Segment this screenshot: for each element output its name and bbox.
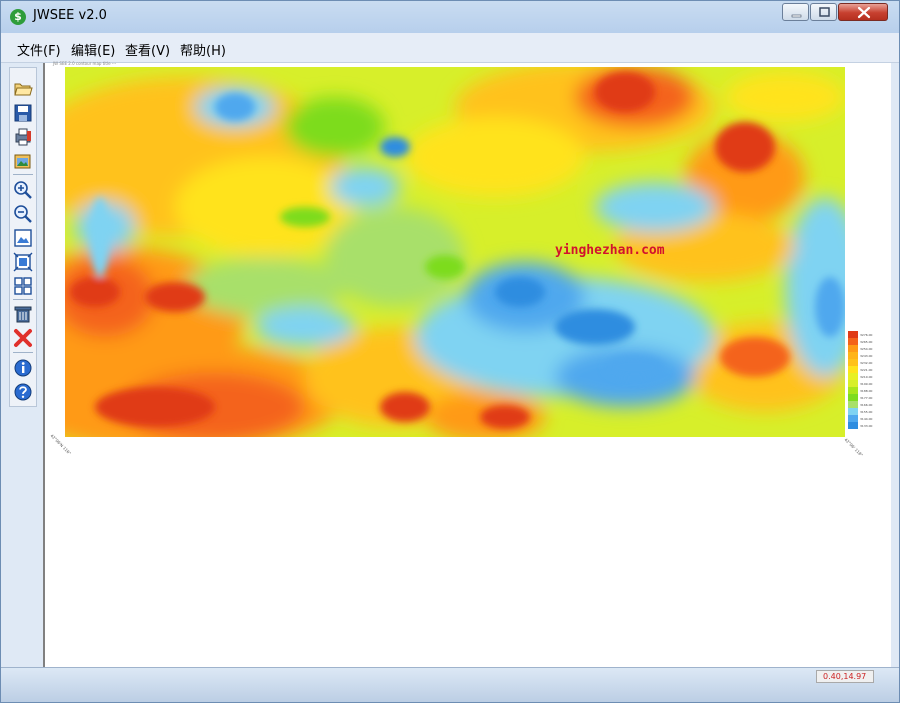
grid-view-icon — [14, 277, 32, 295]
legend-label: 3243.00 — [860, 354, 873, 358]
info-icon — [14, 359, 32, 377]
legend-label: 3188.00 — [860, 389, 873, 393]
export-image-icon — [14, 154, 31, 169]
info-button[interactable] — [13, 358, 33, 378]
menu-file[interactable]: 文件(F) — [17, 40, 61, 59]
map-header-text: JW SEE 2.0 contour map title --- — [53, 61, 117, 66]
legend-label: 3155.00 — [860, 410, 873, 414]
print-icon — [15, 128, 31, 146]
minimize-button[interactable] — [782, 3, 809, 21]
fit-to-window-button[interactable] — [13, 228, 33, 248]
legend-swatch — [848, 415, 858, 422]
legend-swatch — [848, 422, 858, 429]
maximize-button[interactable] — [810, 3, 837, 21]
minimize-icon — [791, 14, 802, 18]
menu-help[interactable]: 帮助(H) — [180, 40, 226, 59]
legend-label: 3232.00 — [860, 361, 873, 365]
coordinate-panel: 0.40,14.97 — [816, 670, 874, 683]
toolbar-separator — [13, 299, 33, 300]
grid-view-button[interactable] — [13, 276, 33, 296]
legend-label: 3133.00 — [860, 424, 873, 428]
close-button[interactable] — [838, 3, 888, 21]
export-image-button[interactable] — [13, 151, 33, 171]
legend-label: 3166.00 — [860, 403, 873, 407]
menu-bar: 文件(F) 编辑(E) 查看(V) 帮助(H) — [1, 33, 899, 63]
watermark-text: yinghezhan.com — [555, 243, 665, 258]
menu-edit[interactable]: 编辑(E) — [71, 40, 115, 59]
contour-map-image — [65, 67, 845, 437]
contour-map[interactable] — [65, 67, 845, 437]
close-icon — [857, 6, 871, 19]
open-file-icon — [14, 83, 33, 96]
legend-label: 3254.00 — [860, 347, 873, 351]
main-window: $ JWSEE v2.0 文件(F) 编辑(E) 查看(V) 帮助(H) JW … — [0, 0, 900, 703]
coordinate-readout: 0.40,14.97 — [823, 672, 867, 681]
fit-to-window-icon — [14, 229, 32, 247]
open-file-button[interactable] — [13, 78, 33, 98]
legend-label: 3265.00 — [860, 340, 873, 344]
legend-swatch — [848, 380, 858, 387]
print-button[interactable] — [13, 127, 33, 147]
close-file-button[interactable] — [13, 328, 33, 348]
zoom-out-button[interactable] — [13, 204, 33, 224]
legend-swatch — [848, 387, 858, 394]
legend-swatch — [848, 394, 858, 401]
status-bar: 0.40,14.97 — [1, 667, 899, 702]
legend-label: 3276.00 — [860, 333, 873, 337]
zoom-in-icon — [14, 181, 32, 199]
toolbar-separator — [13, 352, 33, 353]
map-canvas-area[interactable]: JW SEE 2.0 contour map title --- 42°06'N… — [43, 61, 891, 667]
legend-label: 3144.00 — [860, 417, 873, 421]
zoom-extent-button[interactable] — [13, 252, 33, 272]
legend-label: 3199.00 — [860, 382, 873, 386]
side-toolbar — [9, 67, 37, 407]
help-button[interactable] — [13, 382, 33, 402]
toolbar-separator — [13, 174, 33, 175]
menu-view[interactable]: 查看(V) — [125, 40, 170, 59]
maximize-icon — [819, 7, 830, 17]
legend-swatch — [848, 352, 858, 359]
zoom-extent-icon — [13, 252, 33, 272]
help-icon — [14, 383, 32, 401]
zoom-in-button[interactable] — [13, 180, 33, 200]
app-icon: $ — [10, 9, 26, 25]
save-button[interactable] — [13, 103, 33, 123]
legend-swatch — [848, 373, 858, 380]
zoom-out-icon — [14, 205, 32, 223]
legend-swatch — [848, 408, 858, 415]
title-bar[interactable]: $ JWSEE v2.0 — [1, 1, 899, 33]
legend-swatch — [848, 331, 858, 338]
legend-label: 3221.00 — [860, 368, 873, 372]
map-corner-label-right: 42°06' 118° — [843, 437, 865, 458]
legend-label: 3210.00 — [860, 375, 873, 379]
window-title: JWSEE v2.0 — [33, 8, 107, 23]
legend-swatch — [848, 359, 858, 366]
legend-swatch — [848, 366, 858, 373]
delete-icon — [14, 306, 32, 323]
close-file-icon — [14, 329, 32, 347]
save-icon — [14, 104, 32, 122]
legend-swatch — [848, 401, 858, 408]
delete-button[interactable] — [13, 304, 33, 324]
legend-label: 3177.00 — [860, 396, 873, 400]
color-legend: 3276.00 3265.00 3254.00 3243.00 3232.00 … — [848, 331, 873, 437]
legend-swatch — [848, 345, 858, 352]
legend-swatch — [848, 338, 858, 345]
